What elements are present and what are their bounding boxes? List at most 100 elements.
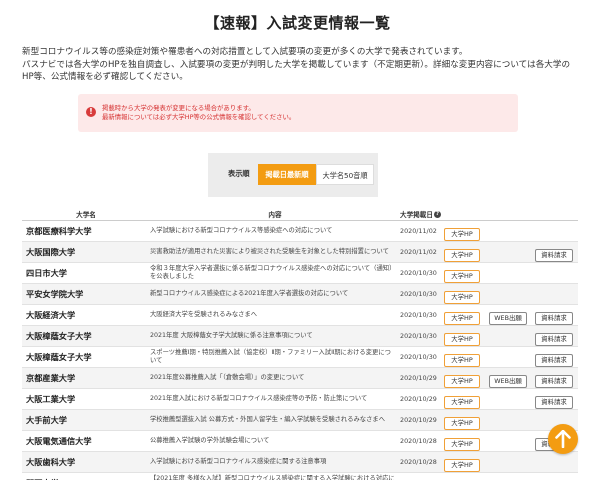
request-materials-button[interactable]: 資料請求: [535, 395, 573, 409]
table-header-row: 大学名 内容 大学掲載日?: [22, 208, 578, 221]
university-name[interactable]: 平安女学院大学: [22, 283, 150, 305]
university-name[interactable]: 大阪国際大学: [22, 241, 150, 263]
web-apply-button[interactable]: WEB出願: [489, 311, 527, 325]
university-hp-button[interactable]: 大学HP: [444, 395, 480, 409]
posted-date: 2020/10/28: [400, 430, 444, 452]
posted-date: 2020/11/02: [400, 220, 444, 242]
table-row: 関西大学【2021年度 多様な入試】新型コロナウイルス感染症に関する入学試験にお…: [22, 472, 578, 480]
university-hp-button[interactable]: 大学HP: [444, 437, 480, 451]
posted-date: 2020/10/30: [400, 325, 444, 347]
sort-label: 表示順: [228, 169, 250, 178]
alert-text: 掲載時から大学の発表が変更になる場合があります。 最新情報については必ず大学HP…: [102, 104, 295, 122]
university-name[interactable]: 大阪経済大学: [22, 304, 150, 326]
request-cell: [530, 472, 578, 480]
question-icon[interactable]: ?: [433, 211, 441, 219]
posted-date: 2020/10/29: [400, 388, 444, 410]
hp-cell: 大学HP: [444, 241, 486, 263]
university-name[interactable]: 京都産業大学: [22, 367, 150, 389]
university-name[interactable]: 関西大学: [22, 472, 150, 480]
university-hp-button[interactable]: 大学HP: [444, 227, 480, 241]
web-cell: WEB出願: [486, 367, 530, 389]
sort-by-date-button[interactable]: 掲載日最新順: [258, 164, 316, 185]
sort-by-name-button[interactable]: 大学名50音順: [316, 164, 374, 185]
header-date: 大学掲載日?: [400, 208, 486, 221]
university-hp-button[interactable]: 大学HP: [444, 248, 480, 262]
hp-cell: 大学HP: [444, 388, 486, 410]
university-hp-button[interactable]: 大学HP: [444, 458, 480, 472]
hp-cell: 大学HP: [444, 346, 486, 368]
university-name[interactable]: 大阪電気通信大学: [22, 430, 150, 452]
university-name[interactable]: 京都医療科学大学: [22, 220, 150, 242]
request-cell: 資料請求: [530, 367, 578, 389]
university-hp-button[interactable]: 大学HP: [444, 374, 480, 388]
request-cell: [530, 220, 578, 242]
web-cell: [486, 451, 530, 473]
university-name[interactable]: 四日市大学: [22, 262, 150, 284]
notice-content[interactable]: 2021年度入試における新型コロナウイルス感染症等の予防・防止策について: [150, 388, 400, 410]
hp-cell: 大学HP: [444, 262, 486, 284]
notice-content[interactable]: 令和３年度大学入学者選抜に係る新型コロナウイルス感染症への対応について（通知）を…: [150, 262, 400, 284]
intro-text: 新型コロナウイルス等の感染症対策や罹患者への対応措置として入試要項の変更が多くの…: [22, 46, 575, 84]
notice-content[interactable]: 2021年度 大阪樟蔭女子学大試験に係る注意事項について: [150, 325, 400, 347]
alert-circle-icon: !: [86, 107, 96, 117]
web-cell: [486, 262, 530, 284]
posted-date: 2020/10/30: [400, 346, 444, 368]
university-table: 大学名 内容 大学掲載日? 京都医療科学大学 入学試験における新型コロナウイルス等…: [22, 208, 578, 480]
request-cell: [530, 262, 578, 284]
header-date-label: 大学掲載日: [400, 210, 433, 219]
header-web: [486, 208, 530, 221]
alert-line-1: 掲載時から大学の発表が変更になる場合があります。: [102, 104, 255, 112]
web-apply-button[interactable]: WEB出願: [489, 374, 527, 388]
posted-date: 2020/11/02: [400, 241, 444, 263]
hp-cell: 大学HP: [444, 283, 486, 305]
web-cell: [486, 325, 530, 347]
notice-content[interactable]: 災害救助法が適用された災害により被災された受験生を対象とした特別措置について: [150, 241, 400, 263]
posted-date: 2020/10/29: [400, 409, 444, 431]
hp-cell: 大学HP: [444, 472, 486, 480]
notice-content[interactable]: スポーツ推薦Ⅰ期・特別推薦入試（協定校）Ⅱ期・ファミリー入試Ⅱ期における変更につ…: [150, 346, 400, 368]
university-name[interactable]: 大阪樟蔭女子大学: [22, 346, 150, 368]
notice-content[interactable]: 大阪経済大学を受験されるみなさまへ: [150, 304, 400, 326]
alert-box: ! 掲載時から大学の発表が変更になる場合があります。 最新情報については必ず大学…: [78, 94, 518, 132]
notice-content[interactable]: 公募推薦入学試験の学外試験会場について: [150, 430, 400, 452]
intro-line-2: パスナビでは各大学のHPを独自調査し、入試要項の変更が判明した大学を掲載していま…: [22, 59, 571, 70]
posted-date: 2020/10/29: [400, 367, 444, 389]
notice-content[interactable]: 【2021年度 多様な入試】新型コロナウイルス感染症に関する入学試験における対応…: [150, 472, 400, 480]
hp-cell: 大学HP: [444, 304, 486, 326]
table-row: 大阪樟蔭女子大学 スポーツ推薦Ⅰ期・特別推薦入試（協定校）Ⅱ期・ファミリー入試Ⅱ期…: [22, 346, 578, 368]
university-name[interactable]: 大阪樟蔭女子大学: [22, 325, 150, 347]
scroll-to-top-button[interactable]: [548, 424, 578, 454]
alert-line-2: 最新情報については必ず大学HP等の公式情報を確認してください。: [102, 113, 296, 121]
request-materials-button[interactable]: 資料請求: [535, 353, 573, 367]
university-hp-button[interactable]: 大学HP: [444, 416, 480, 430]
request-materials-button[interactable]: 資料請求: [535, 332, 573, 346]
table-row: 大手前大学 学校推薦型選抜入試 公募方式・外国人留学生・編入学試験を受験されるみな…: [22, 409, 578, 431]
university-hp-button[interactable]: 大学HP: [444, 353, 480, 367]
university-hp-button[interactable]: 大学HP: [444, 311, 480, 325]
table-row: 京都医療科学大学 入学試験における新型コロナウイルス等感染症への対応について 202…: [22, 220, 578, 242]
sort-selector: 表示順 掲載日最新順 大学名50音順: [208, 153, 378, 197]
arrow-up-icon: [555, 430, 571, 448]
university-name[interactable]: 大阪工業大学: [22, 388, 150, 410]
table-row: 大阪樟蔭女子大学 2021年度 大阪樟蔭女子学大試験に係る注意事項について 2020…: [22, 325, 578, 347]
university-hp-button[interactable]: 大学HP: [444, 269, 480, 283]
request-materials-button[interactable]: 資料請求: [535, 311, 573, 325]
university-hp-button[interactable]: 大学HP: [444, 290, 480, 304]
notice-content[interactable]: 入学試験における新型コロナウイルス等感染症への対応について: [150, 220, 400, 242]
web-cell: [486, 388, 530, 410]
notice-content[interactable]: 2021年度公募推薦入試「（倉敷会場）」の変更について: [150, 367, 400, 389]
table-row: 大阪工業大学 2021年度入試における新型コロナウイルス感染症等の予防・防止策につ…: [22, 388, 578, 410]
hp-cell: 大学HP: [444, 451, 486, 473]
posted-date: 2020/10/27: [400, 472, 444, 480]
posted-date: 2020/10/30: [400, 283, 444, 305]
notice-content[interactable]: 新型コロナウイルス感染症による2021年度入学者選抜の対応について: [150, 283, 400, 305]
university-hp-button[interactable]: 大学HP: [444, 332, 480, 346]
notice-content[interactable]: 入学試験における新型コロナウイルス感染症に関する注意事項: [150, 451, 400, 473]
request-cell: [530, 451, 578, 473]
university-name[interactable]: 大手前大学: [22, 409, 150, 431]
request-materials-button[interactable]: 資料請求: [535, 374, 573, 388]
notice-content[interactable]: 学校推薦型選抜入試 公募方式・外国人留学生・編入学試験を受験されるみなさまへ: [150, 409, 400, 431]
university-name[interactable]: 大阪歯科大学: [22, 451, 150, 473]
request-materials-button[interactable]: 資料請求: [535, 248, 573, 262]
table-row: 大阪歯科大学 入学試験における新型コロナウイルス感染症に関する注意事項 2020/1…: [22, 451, 578, 473]
